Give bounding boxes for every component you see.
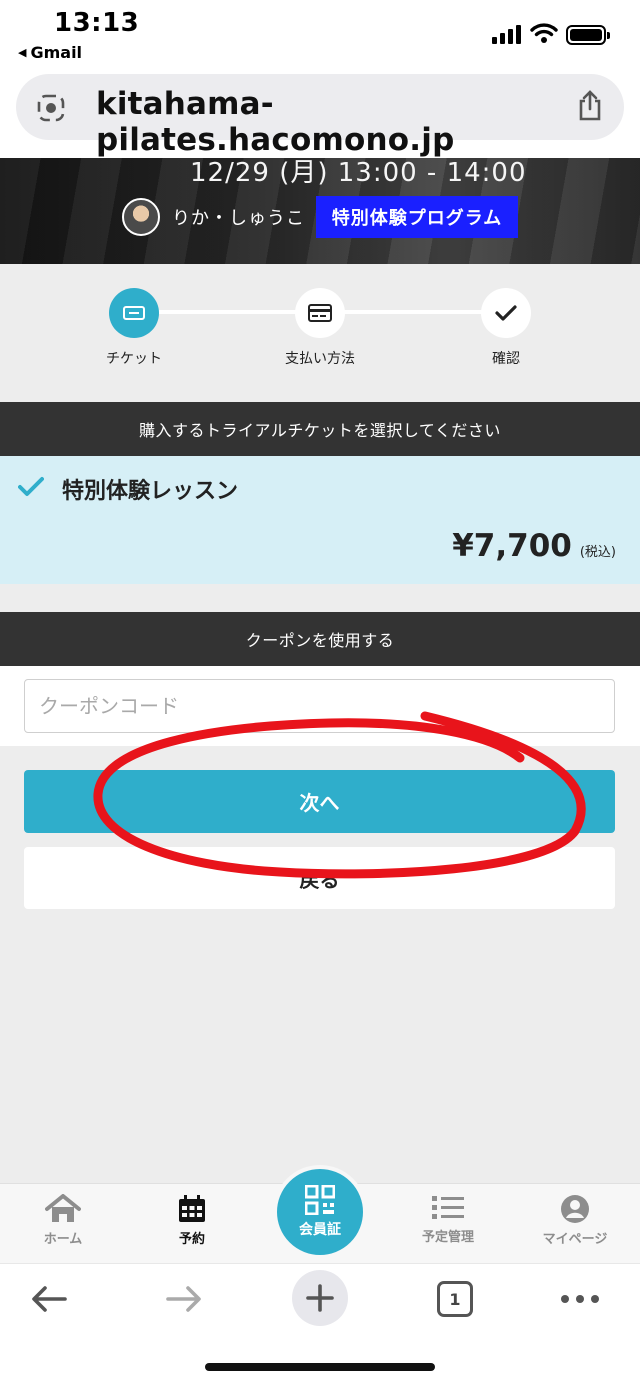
- back-button[interactable]: 戻る: [24, 847, 615, 909]
- ticket-icon: [123, 306, 145, 320]
- price-value: ¥7,700: [452, 528, 572, 564]
- lesson-datetime: 12/29 (月) 13:00 - 14:00: [190, 158, 527, 188]
- member-card-label: 会員証: [299, 1222, 341, 1238]
- step-label-payment: 支払い方法: [285, 351, 355, 367]
- tab-mypage-label: マイページ: [542, 1232, 608, 1247]
- check-icon: [495, 305, 517, 321]
- back-arrow-icon[interactable]: [30, 1284, 68, 1314]
- wifi-icon: [530, 23, 558, 43]
- tab-home[interactable]: ホーム: [8, 1194, 118, 1247]
- home-indicator: [205, 1363, 435, 1371]
- tab-switcher-button[interactable]: 1: [437, 1281, 473, 1317]
- tab-home-label: ホーム: [43, 1232, 83, 1247]
- browser-address-area: kitahama-pilates.hacomono.jp: [0, 66, 640, 158]
- back-app-label: Gmail: [30, 43, 83, 62]
- tab-mypage[interactable]: マイページ: [520, 1194, 630, 1247]
- instructor-avatar: [122, 198, 160, 236]
- address-bar[interactable]: kitahama-pilates.hacomono.jp: [16, 74, 624, 158]
- cellular-signal-icon: [492, 22, 521, 44]
- more-icon[interactable]: [560, 1294, 600, 1304]
- instructor-info: りか・しゅうこ: [122, 198, 305, 236]
- status-time: 13:13: [54, 8, 140, 38]
- calendar-icon: [179, 1195, 205, 1222]
- tab-reserve-label: 予約: [178, 1232, 205, 1247]
- forward-arrow-icon[interactable]: [165, 1284, 203, 1314]
- step-confirm: [481, 288, 531, 338]
- coupon-section-header: クーポンを使用する: [0, 612, 640, 666]
- share-icon[interactable]: [576, 90, 604, 122]
- step-payment: [295, 288, 345, 338]
- status-bar: 13:13 ◀ Gmail: [0, 0, 640, 66]
- coupon-code-input[interactable]: [24, 679, 615, 733]
- ticket-price: ¥7,700 (税込): [452, 528, 616, 564]
- lesson-hero: 12/29 (月) 13:00 - 14:00 りか・しゅうこ 特別体験プログラ…: [0, 158, 640, 264]
- ticket-section-header: 購入するトライアルチケットを選択してください: [0, 402, 640, 456]
- ticket-name: 特別体験レッスン: [62, 479, 239, 504]
- back-triangle-icon: ◀: [18, 46, 27, 59]
- ticket-option[interactable]: 特別体験レッスン ¥7,700 (税込): [0, 456, 640, 584]
- url-text: kitahama-pilates.hacomono.jp: [96, 86, 455, 158]
- home-icon: [45, 1194, 81, 1222]
- step-label-ticket: チケット: [106, 351, 162, 367]
- battery-icon: [566, 25, 610, 45]
- google-lens-icon[interactable]: [36, 93, 66, 123]
- next-button[interactable]: 次へ: [24, 770, 615, 833]
- instructor-name: りか・しゅうこ: [172, 208, 305, 229]
- step-label-confirm: 確認: [492, 351, 520, 367]
- credit-card-icon: [308, 304, 332, 322]
- user-icon: [561, 1195, 589, 1223]
- qr-code-icon: [305, 1185, 335, 1215]
- coupon-area: [0, 666, 640, 746]
- member-card-button[interactable]: 会員証: [273, 1165, 367, 1259]
- plus-icon: [306, 1284, 334, 1312]
- purchase-steps: チケット 支払い方法 確認: [0, 264, 640, 402]
- price-tax-note: (税込): [579, 545, 616, 560]
- step-ticket: [109, 288, 159, 338]
- program-badge: 特別体験プログラム: [316, 196, 518, 238]
- tab-schedule-label: 予定管理: [421, 1230, 474, 1245]
- tab-schedule[interactable]: 予定管理: [393, 1194, 503, 1245]
- back-to-app-link[interactable]: ◀ Gmail: [18, 43, 82, 62]
- selected-check-icon: [18, 477, 44, 496]
- list-icon: [432, 1196, 464, 1219]
- tab-reserve[interactable]: 予約: [137, 1194, 247, 1247]
- new-tab-button[interactable]: [292, 1270, 348, 1326]
